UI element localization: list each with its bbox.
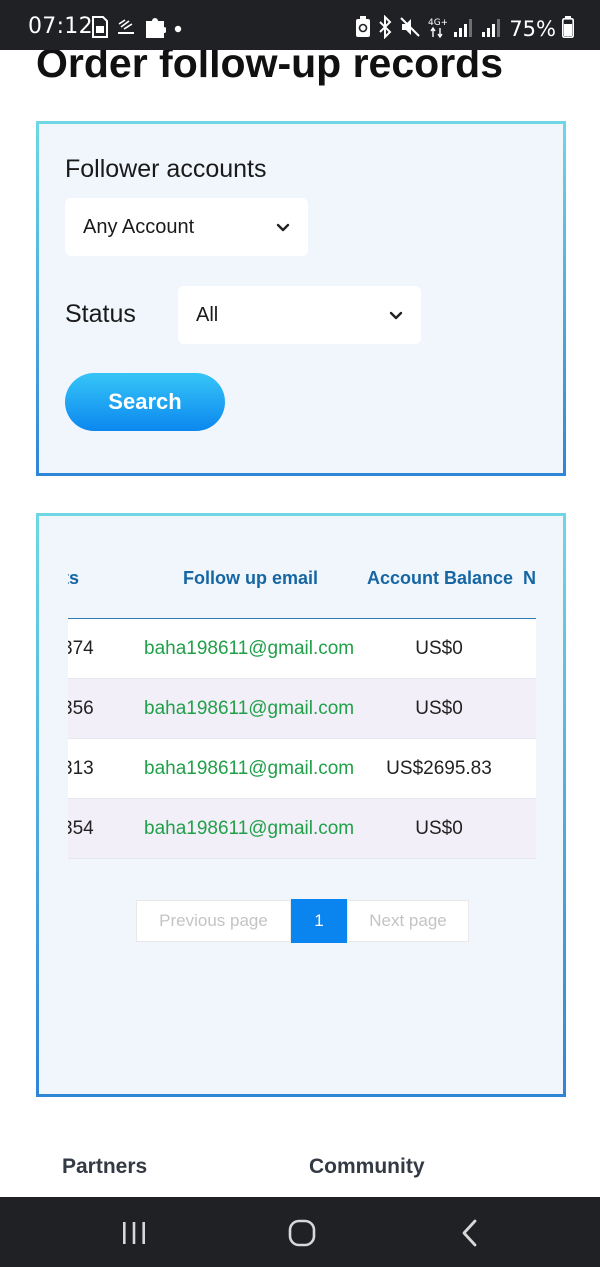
status-time: 07:12 xyxy=(28,14,93,39)
home-icon[interactable] xyxy=(282,1217,322,1249)
recent-apps-icon[interactable] xyxy=(114,1217,154,1249)
status-select[interactable]: All xyxy=(178,286,421,344)
email-cell: baha198611@gmail.com xyxy=(144,818,355,839)
signal-icon xyxy=(453,16,475,43)
filter-panel: Follower accounts Any Account Status All… xyxy=(36,121,566,476)
balance-cell: US$2695.83 xyxy=(386,758,492,779)
email-cell: baha198611@gmail.com xyxy=(144,638,355,659)
account-cell: 374 xyxy=(68,638,94,659)
balance-cell: US$0 xyxy=(415,818,463,839)
records-table[interactable]: ccounts Follow up email Account Balance … xyxy=(68,542,536,862)
account-cell: 354 xyxy=(68,818,94,839)
follower-accounts-value: Any Account xyxy=(83,215,195,238)
back-icon[interactable] xyxy=(450,1217,490,1249)
network-4g-icon: 4G+ xyxy=(427,15,449,44)
status-label: Status xyxy=(65,300,136,328)
account-cell: 356 xyxy=(68,698,94,719)
status-right-icons: 4G+ 75% xyxy=(355,14,574,44)
records-table-scroll: ccounts Follow up email Account Balance … xyxy=(68,542,536,859)
previous-page-button[interactable]: Previous page xyxy=(136,900,291,942)
footer-link-community[interactable]: Community xyxy=(309,1155,425,1179)
footer-link-partners[interactable]: Partners xyxy=(62,1155,147,1179)
column-header-accounts: ccounts xyxy=(68,568,80,588)
table-row: 356 baha198611@gmail.com US$0 xyxy=(68,679,536,739)
status-left-icons xyxy=(92,15,182,44)
navigation-bar xyxy=(0,1197,600,1267)
battery-percentage: 75% xyxy=(509,17,556,41)
ai-assistant-icon xyxy=(116,18,136,41)
column-header-follow-up-email: Follow up email xyxy=(183,568,319,588)
follower-accounts-select[interactable]: Any Account xyxy=(65,198,308,256)
account-cell: 313 xyxy=(68,758,94,779)
page-1-button[interactable]: 1 xyxy=(291,899,347,943)
pagination: Previous page 1 Next page xyxy=(136,899,469,944)
table-row: 313 baha198611@gmail.com US$2695.83 xyxy=(68,739,536,799)
email-cell: baha198611@gmail.com xyxy=(144,698,355,719)
chevron-down-icon xyxy=(276,223,290,232)
column-header-next: N xyxy=(523,568,536,588)
records-panel: ccounts Follow up email Account Balance … xyxy=(36,513,566,1097)
bluetooth-icon xyxy=(377,14,393,44)
mute-icon xyxy=(399,16,421,43)
table-row: 374 baha198611@gmail.com US$0 xyxy=(68,619,536,679)
email-cell: baha198611@gmail.com xyxy=(144,758,355,779)
battery-icon xyxy=(562,15,574,43)
svg-text:4G+: 4G+ xyxy=(428,18,447,28)
battery-saver-icon xyxy=(355,15,371,43)
balance-cell: US$0 xyxy=(415,698,463,719)
status-value: All xyxy=(196,303,219,326)
balance-cell: US$0 xyxy=(415,638,463,659)
table-header: ccounts Follow up email Account Balance … xyxy=(68,542,536,619)
status-bar: 07:12 4G+ 75% xyxy=(0,0,600,50)
search-button[interactable]: Search xyxy=(65,373,225,431)
column-header-account-balance: Account Balance xyxy=(367,568,514,588)
chevron-down-icon xyxy=(389,311,403,320)
next-page-button[interactable]: Next page xyxy=(347,900,469,942)
table-row: 354 baha198611@gmail.com US$0 xyxy=(68,799,536,859)
signal-icon xyxy=(481,16,503,43)
sim-card-icon xyxy=(92,15,108,43)
follower-accounts-label: Follower accounts xyxy=(65,155,267,183)
puzzle-icon xyxy=(144,15,167,44)
dot-icon xyxy=(174,20,182,38)
